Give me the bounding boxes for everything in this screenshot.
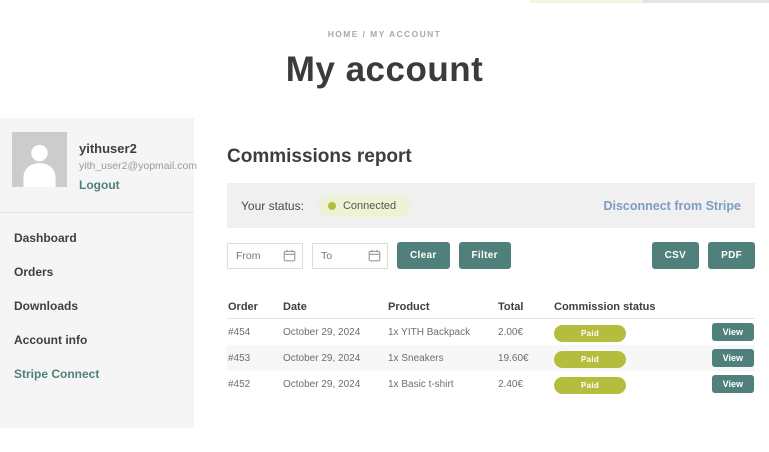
order-total: 19.60€ bbox=[498, 353, 554, 364]
paid-badge: Paid bbox=[554, 351, 626, 368]
order-number: #454 bbox=[228, 327, 283, 338]
commissions-table: Order Date Product Total Commission stat… bbox=[227, 295, 755, 397]
col-header-date: Date bbox=[283, 301, 388, 313]
page: HOME / MY ACCOUNT My account yithuser2 y… bbox=[0, 0, 769, 452]
logout-link[interactable]: Logout bbox=[79, 178, 197, 192]
disconnect-from-stripe-link[interactable]: Disconnect from Stripe bbox=[603, 199, 741, 213]
person-icon bbox=[12, 132, 67, 187]
order-date: October 29, 2024 bbox=[283, 327, 388, 338]
order-product: 1x Basic t-shirt bbox=[388, 379, 498, 390]
commissions-report-heading: Commissions report bbox=[227, 146, 755, 168]
sidebar-item-stripe-connect[interactable]: Stripe Connect bbox=[0, 357, 194, 391]
table-header-row: Order Date Product Total Commission stat… bbox=[227, 295, 755, 319]
status-bar: Your status: Connected Disconnect from S… bbox=[227, 183, 755, 228]
top-accent-left bbox=[530, 0, 643, 3]
view-button[interactable]: View bbox=[712, 375, 754, 393]
date-from-field[interactable] bbox=[227, 243, 303, 269]
filter-button[interactable]: Filter bbox=[459, 242, 511, 269]
col-header-order: Order bbox=[228, 301, 283, 313]
date-to-field[interactable] bbox=[312, 243, 388, 269]
order-product: 1x YITH Backpack bbox=[388, 327, 498, 338]
status-label: Your status: bbox=[241, 199, 304, 213]
col-header-total: Total bbox=[498, 301, 554, 313]
calendar-icon[interactable] bbox=[368, 249, 381, 262]
commission-status-cell: Paid bbox=[554, 323, 704, 342]
paid-badge: Paid bbox=[554, 377, 626, 394]
export-csv-button[interactable]: CSV bbox=[652, 242, 699, 269]
breadcrumb[interactable]: HOME / MY ACCOUNT bbox=[0, 29, 769, 39]
commission-status-cell: Paid bbox=[554, 375, 704, 394]
table-row: #454 October 29, 2024 1x YITH Backpack 2… bbox=[227, 319, 755, 345]
account-sidebar: yithuser2 yith_user2@yopmail.com Logout … bbox=[0, 118, 194, 428]
sidebar-item-downloads[interactable]: Downloads bbox=[0, 289, 194, 323]
clear-button[interactable]: Clear bbox=[397, 242, 450, 269]
user-name: yithuser2 bbox=[79, 141, 197, 156]
main-content: Commissions report Your status: Connecte… bbox=[227, 146, 755, 397]
date-to-input[interactable] bbox=[321, 250, 364, 262]
table-row: #453 October 29, 2024 1x Sneakers 19.60€… bbox=[227, 345, 755, 371]
col-header-commission-status: Commission status bbox=[554, 301, 704, 313]
col-header-product: Product bbox=[388, 301, 498, 313]
order-total: 2.00€ bbox=[498, 327, 554, 338]
sidebar-item-dashboard[interactable]: Dashboard bbox=[0, 221, 194, 255]
user-meta: yithuser2 yith_user2@yopmail.com Logout bbox=[79, 132, 197, 192]
table-row: #452 October 29, 2024 1x Basic t-shirt 2… bbox=[227, 371, 755, 397]
filter-row: Clear Filter CSV PDF bbox=[227, 242, 755, 269]
date-from-input[interactable] bbox=[236, 250, 279, 262]
view-button[interactable]: View bbox=[712, 349, 754, 367]
page-title: My account bbox=[0, 50, 769, 90]
order-product: 1x Sneakers bbox=[388, 353, 498, 364]
user-block: yithuser2 yith_user2@yopmail.com Logout bbox=[0, 118, 194, 208]
status-value: Connected bbox=[343, 200, 396, 212]
user-email: yith_user2@yopmail.com bbox=[79, 160, 197, 172]
sidebar-item-account-info[interactable]: Account info bbox=[0, 323, 194, 357]
order-date: October 29, 2024 bbox=[283, 353, 388, 364]
order-number: #452 bbox=[228, 379, 283, 390]
order-date: October 29, 2024 bbox=[283, 379, 388, 390]
status-badge: Connected bbox=[318, 195, 410, 217]
status-left: Your status: Connected bbox=[241, 195, 410, 217]
order-number: #453 bbox=[228, 353, 283, 364]
calendar-icon[interactable] bbox=[283, 249, 296, 262]
order-total: 2.40€ bbox=[498, 379, 554, 390]
export-pdf-button[interactable]: PDF bbox=[708, 242, 755, 269]
top-accent-right bbox=[643, 0, 769, 3]
connected-dot-icon bbox=[328, 202, 336, 210]
view-button[interactable]: View bbox=[712, 323, 754, 341]
paid-badge: Paid bbox=[554, 325, 626, 342]
sidebar-item-orders[interactable]: Orders bbox=[0, 255, 194, 289]
avatar bbox=[12, 132, 67, 187]
sidebar-divider bbox=[0, 212, 194, 213]
commission-status-cell: Paid bbox=[554, 349, 704, 368]
